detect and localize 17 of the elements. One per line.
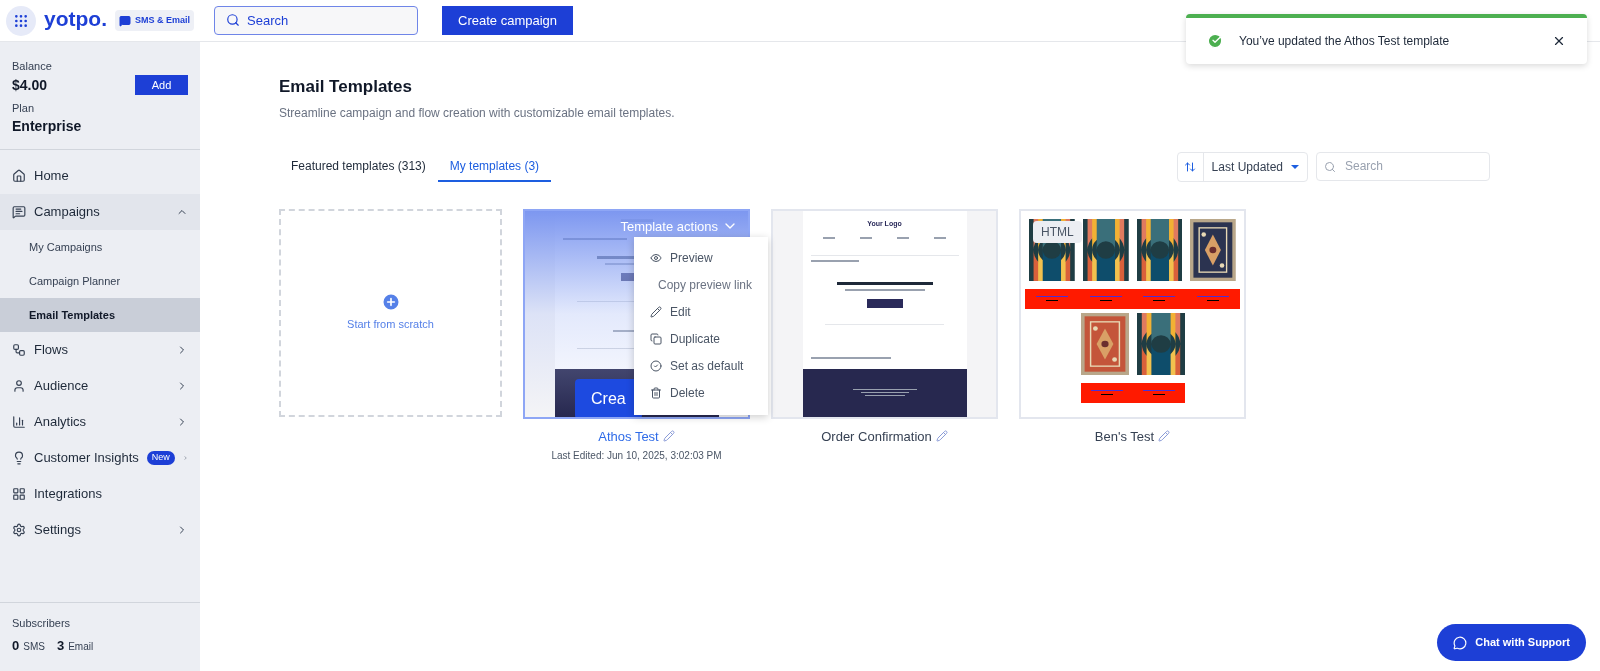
new-badge: New bbox=[146, 451, 175, 465]
plan-name: Enterprise bbox=[12, 117, 83, 136]
brand-logo: yotpo. bbox=[44, 5, 107, 32]
balance-label: Balance bbox=[12, 59, 53, 74]
toast-message: You’ve updated the Athos Test template bbox=[1239, 33, 1451, 50]
email-count: 3 bbox=[56, 636, 65, 655]
email-label: Email bbox=[68, 639, 94, 654]
page-subtitle: Streamline campaign and flow creation with customizable email templates. bbox=[279, 104, 676, 122]
subscribers-label: Subscribers bbox=[12, 616, 72, 631]
balance-amount: $4.00 bbox=[12, 75, 48, 95]
page-title: Email Templates bbox=[279, 76, 413, 98]
sms-count: 0 bbox=[12, 636, 20, 655]
product-tag: SMS & Email bbox=[115, 9, 194, 32]
html-badge: HTML bbox=[1033, 220, 1082, 243]
sms-label: SMS bbox=[23, 639, 45, 654]
last-edited-text: Last Edited: Jun 10, 2025, 3:02:03 PM bbox=[551, 449, 722, 463]
plan-label: Plan bbox=[12, 100, 36, 116]
